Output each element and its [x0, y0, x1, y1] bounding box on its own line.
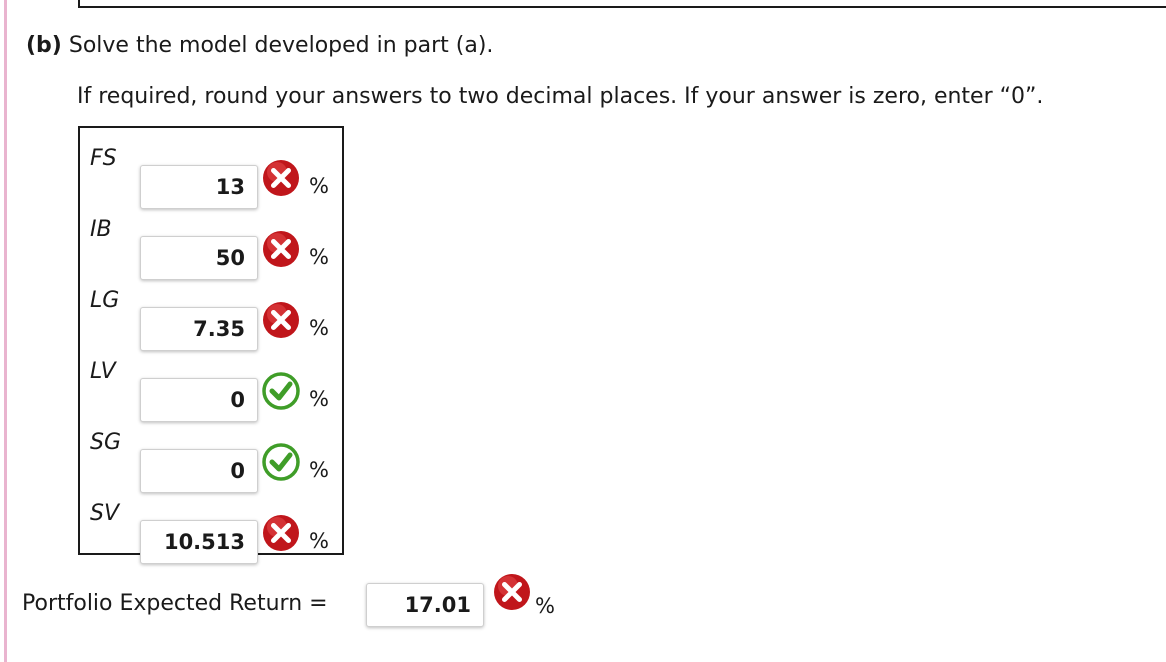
unit-label: %	[535, 594, 555, 618]
x-circle-icon	[261, 300, 301, 340]
x-circle-icon	[261, 513, 301, 553]
unit-label: %	[309, 387, 329, 411]
fs-input[interactable]	[140, 165, 258, 209]
part-text: Solve the model developed in part (a).	[68, 33, 494, 58]
check-circle-icon	[261, 442, 301, 482]
unit-label: %	[309, 316, 329, 340]
variable-label: SG	[90, 430, 122, 455]
left-accent-bar	[4, 0, 7, 662]
variable-label: LG	[90, 288, 120, 313]
ib-input[interactable]	[140, 236, 258, 280]
sg-input[interactable]	[140, 449, 258, 493]
unit-label: %	[309, 529, 329, 553]
answer-row-fs: FS %	[80, 146, 342, 209]
page: (b) Solve the model developed in part (a…	[0, 0, 1166, 662]
x-circle-icon	[261, 158, 301, 198]
part-label: (b)	[26, 33, 62, 58]
sv-input[interactable]	[140, 520, 258, 564]
answer-row-sg: SG %	[80, 430, 342, 493]
portfolio-return-label: Portfolio Expected Return =	[22, 591, 328, 616]
unit-label: %	[309, 174, 329, 198]
lv-input[interactable]	[140, 378, 258, 422]
answer-row-lg: LG %	[80, 288, 342, 351]
x-circle-icon	[492, 572, 532, 612]
portfolio-return-input[interactable]	[366, 583, 484, 627]
variable-label: LV	[90, 359, 116, 384]
answers-box: FS % IB %	[78, 126, 344, 564]
variable-label: FS	[90, 146, 117, 171]
part-heading: (b) Solve the model developed in part (a…	[26, 33, 493, 58]
answer-row-ib: IB %	[80, 217, 342, 280]
unit-label: %	[309, 245, 329, 269]
x-circle-icon	[261, 229, 301, 269]
answer-row-sv: SV %	[80, 501, 342, 564]
previous-part-box	[78, 0, 1166, 8]
variable-label: SV	[90, 501, 120, 526]
variable-label: IB	[90, 217, 112, 242]
answer-row-lv: LV %	[80, 359, 342, 422]
instruction-text: If required, round your answers to two d…	[77, 84, 1044, 109]
unit-label: %	[309, 458, 329, 482]
check-circle-icon	[261, 371, 301, 411]
lg-input[interactable]	[140, 307, 258, 351]
